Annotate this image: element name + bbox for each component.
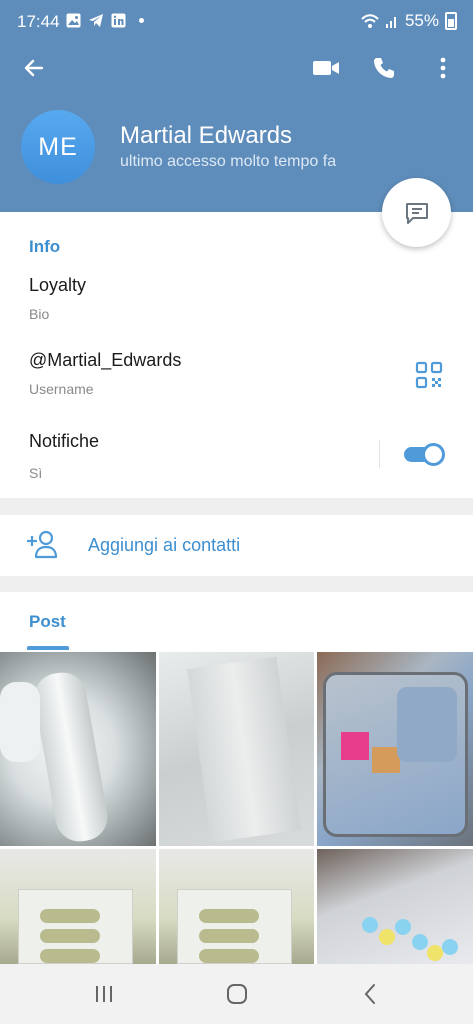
media-thumbnail[interactable] — [0, 849, 156, 964]
recents-button[interactable] — [82, 976, 126, 1012]
system-back-button[interactable] — [348, 976, 392, 1012]
status-notification-icons — [66, 13, 144, 28]
toggle-knob — [422, 443, 445, 466]
qr-code-icon — [415, 361, 443, 389]
tab-posts[interactable]: Post — [29, 612, 66, 632]
info-section-title: Info — [29, 237, 61, 256]
status-time: 17:44 — [17, 12, 60, 31]
tab-indicator — [27, 646, 69, 650]
notifications-toggle[interactable] — [404, 442, 446, 466]
notifications-title[interactable]: Notifiche — [29, 431, 99, 452]
info-section: Info Loyalty Bio @Martial_Edwards Userna… — [0, 212, 473, 498]
wifi-icon — [361, 13, 379, 28]
media-grid — [0, 652, 473, 964]
status-bar: 17:44 55% — [0, 0, 473, 44]
system-navigation-bar — [0, 964, 473, 1024]
battery-percent: 55% — [404, 11, 439, 30]
bio-label: Bio — [29, 306, 50, 322]
home-icon — [227, 984, 247, 1004]
signal-icon — [385, 16, 396, 28]
video-call-icon — [313, 61, 339, 75]
recents-icon — [96, 986, 112, 1002]
telegram-icon — [89, 14, 103, 27]
posts-tab-bar: Post — [0, 592, 473, 651]
profile-name: Martial Edwards — [120, 122, 293, 149]
chat-icon — [405, 202, 428, 224]
bio-value[interactable]: Loyalty — [29, 275, 86, 296]
divider — [379, 440, 380, 468]
avatar[interactable]: ME — [21, 110, 95, 184]
media-thumbnail[interactable] — [317, 849, 473, 964]
add-contact-label: Aggiungi ai contatti — [88, 535, 241, 555]
username-label: Username — [29, 381, 94, 397]
message-button[interactable] — [382, 178, 451, 247]
section-separator — [0, 498, 473, 515]
battery-icon — [445, 12, 457, 30]
back-button[interactable] — [12, 46, 56, 90]
toolbar — [0, 46, 473, 90]
notifications-value: Sì — [29, 465, 43, 481]
home-button[interactable] — [215, 976, 259, 1012]
avatar-initials: ME — [38, 132, 78, 161]
phone-icon — [374, 58, 394, 78]
add-user-icon — [27, 530, 58, 559]
qr-code-button[interactable] — [414, 360, 444, 390]
video-call-button[interactable] — [304, 46, 348, 90]
username-value[interactable]: @Martial_Edwards — [29, 350, 181, 371]
call-button[interactable] — [362, 46, 406, 90]
media-thumbnail[interactable] — [0, 652, 156, 846]
chevron-left-icon — [364, 984, 375, 1004]
arrow-left-icon — [24, 59, 44, 77]
section-separator — [0, 576, 473, 592]
media-thumbnail[interactable] — [159, 849, 314, 964]
media-thumbnail[interactable] — [317, 652, 473, 846]
more-options-button[interactable] — [421, 46, 465, 90]
linkedin-icon — [111, 13, 126, 28]
status-system-icons: 55% — [361, 11, 457, 31]
notification-dot — [139, 18, 144, 23]
more-vertical-icon — [440, 57, 446, 79]
last-seen-status: ultimo accesso molto tempo fa — [120, 153, 337, 170]
image-icon — [66, 13, 81, 28]
media-thumbnail[interactable] — [159, 652, 314, 846]
add-contact-button[interactable]: Aggiungi ai contatti — [0, 515, 473, 576]
